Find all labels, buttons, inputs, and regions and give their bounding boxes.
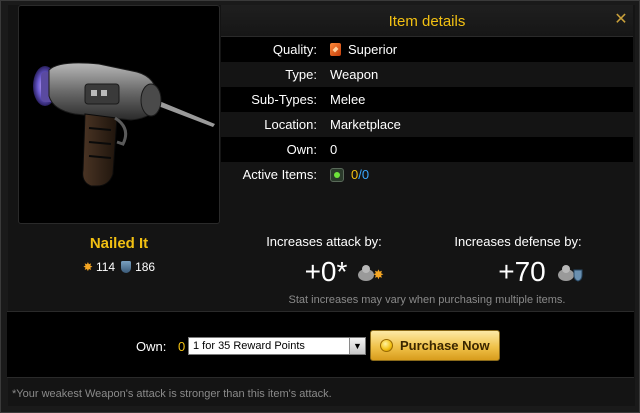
- detail-label: Location:: [264, 117, 317, 132]
- dialog-title: Item details: [388, 13, 466, 30]
- attack-icon: ✸: [82, 260, 93, 274]
- quality-gem-icon: [330, 43, 341, 56]
- purchase-own-count: 0: [178, 339, 186, 354]
- coin-icon: [380, 339, 393, 352]
- type-value: Weapon: [330, 67, 379, 82]
- item-details-table: Quality: Superior Type: Weapon Sub-Types…: [221, 37, 633, 187]
- item-attack: 114: [95, 260, 116, 274]
- quantity-select-value: 1 for 35 Reward Points: [193, 340, 305, 352]
- detail-label: Quality:: [272, 42, 317, 57]
- dialog-header: Item details ✕: [221, 5, 633, 37]
- item-stats: ✸ 114 186: [18, 260, 220, 274]
- raygun-weapon-image: [33, 62, 215, 187]
- attack-mafia-icon: ✸: [358, 265, 384, 282]
- detail-label: Own:: [286, 142, 317, 157]
- detail-row-subtypes: Sub-Types: Melee: [221, 87, 633, 112]
- active-items-value: 0 / 0: [330, 167, 369, 182]
- quantity-select[interactable]: 1 for 35 Reward Points ▼: [188, 337, 366, 355]
- active-item-icon: [330, 167, 344, 182]
- detail-row-location: Location: Marketplace: [221, 112, 633, 137]
- own-value: 0: [330, 142, 338, 157]
- purchase-own-label: Own:: [136, 339, 167, 354]
- active-items-max: 0: [361, 167, 370, 182]
- detail-row-quality: Quality: Superior: [221, 37, 633, 62]
- detail-row-own: Own: 0: [221, 137, 633, 162]
- item-defense: 186: [135, 260, 156, 274]
- item-image: [18, 5, 220, 224]
- detail-label: Sub-Types:: [251, 92, 317, 107]
- footer-note: *Your weakest Weapon's attack is stronge…: [12, 388, 332, 400]
- detail-row-active-items: Active Items: 0 / 0: [221, 162, 633, 187]
- purchase-button-label: Purchase Now: [400, 338, 490, 353]
- defense-mafia-icon: [558, 265, 583, 282]
- close-icon[interactable]: ✕: [613, 12, 629, 28]
- detail-row-type: Type: Weapon: [221, 62, 633, 87]
- defense-shield-icon: [121, 261, 132, 273]
- stat-increase-note: Stat increases may vary when purchasing …: [288, 294, 566, 306]
- detail-label: Active Items:: [242, 167, 317, 182]
- subtypes-value: Melee: [330, 92, 366, 107]
- detail-label: Type:: [285, 67, 317, 82]
- svg-text:✸: ✸: [373, 268, 384, 282]
- location-value: Marketplace: [330, 117, 401, 132]
- increases-attack-value: +0*: [304, 256, 348, 287]
- increases-defense-value: +70: [498, 256, 546, 287]
- chevron-down-icon[interactable]: ▼: [349, 338, 365, 354]
- detail-value: Superior: [330, 42, 397, 57]
- quality-value: Superior: [348, 42, 398, 57]
- active-items-current: 0: [351, 167, 359, 182]
- increases-defense-label: Increases defense by:: [454, 234, 582, 249]
- purchase-now-button[interactable]: Purchase Now: [370, 330, 500, 361]
- item-name: Nailed It: [89, 235, 149, 252]
- increases-attack-label: Increases attack by:: [266, 234, 382, 249]
